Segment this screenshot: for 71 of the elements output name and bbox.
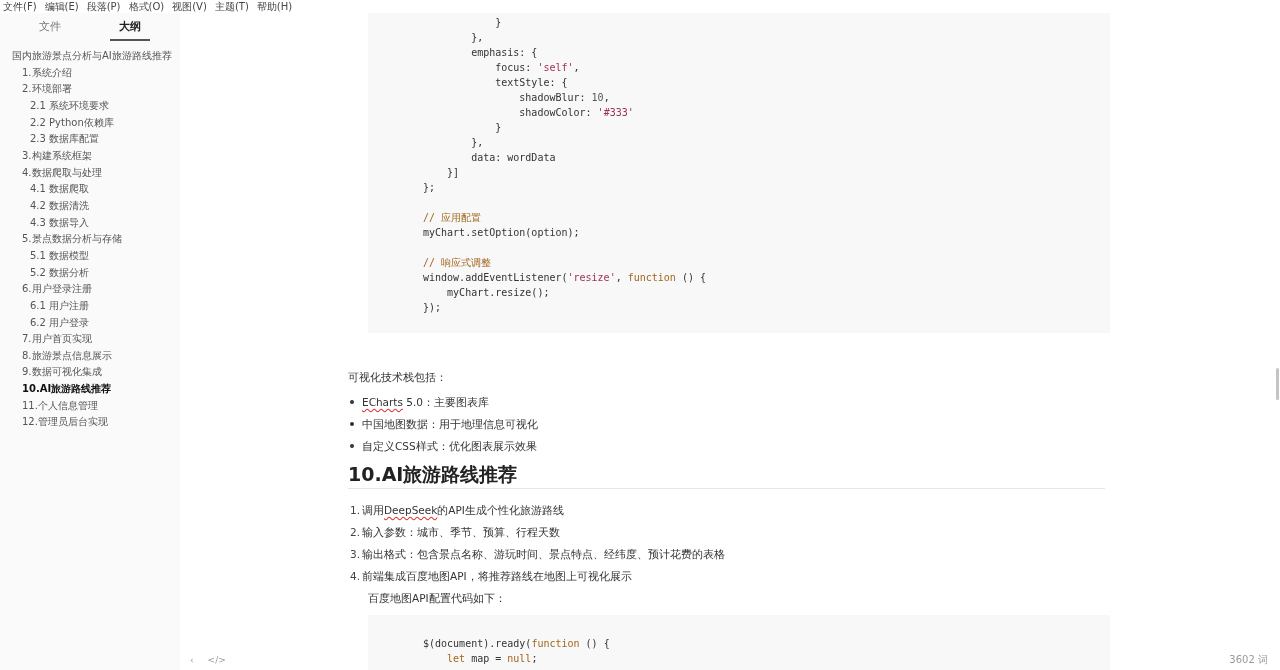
- outline-item[interactable]: 4.1 数据爬取: [0, 181, 180, 198]
- list-number: 1.: [350, 503, 360, 517]
- menu-item[interactable]: 格式(O): [128, 0, 165, 13]
- outline-item[interactable]: 12.管理员后台实现: [0, 414, 180, 432]
- outline-item[interactable]: 11.个人信息管理: [0, 397, 180, 415]
- outline-item[interactable]: 5.景点数据分析与存储: [0, 231, 180, 248]
- outline-item[interactable]: 2.1 系统环境要求: [0, 97, 180, 115]
- outline-item[interactable]: 9.数据可视化集成: [0, 364, 180, 382]
- code-line: shadowColor: '#333': [518, 106, 635, 120]
- outline-item[interactable]: 6.用户登录注册: [0, 281, 180, 298]
- word-count: 3602 词: [1229, 653, 1268, 667]
- list-number: 3.: [350, 547, 360, 561]
- code-line: shadowBlur: 10,: [518, 91, 611, 105]
- outline-item[interactable]: 6.1 用户注册: [0, 297, 180, 315]
- code-line: }: [494, 121, 503, 135]
- list-item-text: ECharts 5.0：主要图表库: [362, 395, 489, 409]
- outline-item[interactable]: 4.2 数据清洗: [0, 197, 180, 215]
- outline-item[interactable]: 4.3 数据导入: [0, 214, 180, 232]
- sidebar-tab[interactable]: 大纲: [110, 20, 150, 41]
- code-line: myChart.resize();: [446, 286, 551, 300]
- paragraph: 百度地图API配置代码如下：: [368, 591, 507, 605]
- code-line: // 响应式调整: [423, 256, 493, 270]
- list-item-text: 中国地图数据：用于地理信息可视化: [362, 417, 538, 431]
- list-item-text: 输入参数：城市、季节、预算、行程天数: [362, 525, 560, 539]
- sidebar-tab[interactable]: 文件: [30, 20, 70, 41]
- list-number: 2.: [350, 525, 360, 539]
- code-line: },: [470, 136, 485, 150]
- menu-item[interactable]: 帮助(H): [256, 0, 293, 13]
- menu-item[interactable]: 文件(F): [3, 0, 37, 13]
- outline-item[interactable]: 2.环境部署: [0, 81, 180, 98]
- outline-item[interactable]: 10.AI旅游路线推荐: [0, 381, 180, 398]
- code-line: };: [423, 181, 437, 195]
- outline-item[interactable]: 8.旅游景点信息展示: [0, 347, 180, 365]
- bullet-icon: [350, 422, 354, 426]
- menu-item[interactable]: 主题(T): [214, 0, 249, 13]
- code-line: }: [494, 16, 503, 30]
- list-item-text: 自定义CSS样式：优化图表展示效果: [362, 439, 537, 453]
- code-line: textStyle: {: [494, 76, 569, 90]
- list-item-text: 调用DeepSeek的API生成个性化旅游路线: [362, 503, 564, 517]
- menu-item[interactable]: 视图(V): [172, 0, 207, 13]
- list-item-text: 前端集成百度地图API，将推荐路线在地图上可视化展示: [362, 569, 632, 583]
- outline-item[interactable]: 7.用户首页实现: [0, 331, 180, 348]
- menu-item[interactable]: 编辑(E): [44, 0, 79, 13]
- outline-item[interactable]: 1.系统介绍: [0, 64, 180, 82]
- bullet-icon: [350, 400, 354, 404]
- outline-item[interactable]: 3.构建系统框架: [0, 147, 180, 165]
- outline-item[interactable]: 6.2 用户登录: [0, 314, 180, 332]
- outline-item[interactable]: 2.3 数据库配置: [0, 131, 180, 148]
- code-line: });: [423, 301, 443, 315]
- code-line: }]: [446, 166, 461, 180]
- paragraph: 可视化技术栈包括：: [348, 370, 448, 384]
- outline-item[interactable]: 2.2 Python依赖库: [0, 114, 180, 132]
- section-heading: 10.AI旅游路线推荐: [348, 462, 1105, 489]
- code-line: emphasis: {: [470, 46, 539, 60]
- code-line: let map = null;: [446, 652, 539, 666]
- menu-item[interactable]: 段落(P): [86, 0, 121, 13]
- outline-item[interactable]: 5.1 数据模型: [0, 247, 180, 265]
- code-line: myChart.setOption(option);: [423, 226, 581, 240]
- outline-item[interactable]: 国内旅游景点分析与AI旅游路线推荐: [0, 48, 180, 65]
- outline-item[interactable]: 4.数据爬取与处理: [0, 164, 180, 182]
- code-line: data: wordData: [470, 151, 557, 165]
- code-line: window.addEventListener('resize', function () {: [423, 271, 707, 285]
- code-line: $(document).ready(function () {: [423, 637, 611, 651]
- list-number: 4.: [350, 569, 360, 583]
- code-line: // 应用配置: [423, 211, 483, 225]
- bullet-icon: [350, 444, 354, 448]
- list-item-text: 输出格式：包含景点名称、游玩时间、景点特点、经纬度、预计花费的表格: [362, 547, 725, 561]
- outline-item[interactable]: 5.2 数据分析: [0, 264, 180, 282]
- scrollbar[interactable]: [1276, 368, 1279, 400]
- code-line: focus: 'self',: [494, 61, 581, 75]
- code-line: },: [470, 31, 485, 45]
